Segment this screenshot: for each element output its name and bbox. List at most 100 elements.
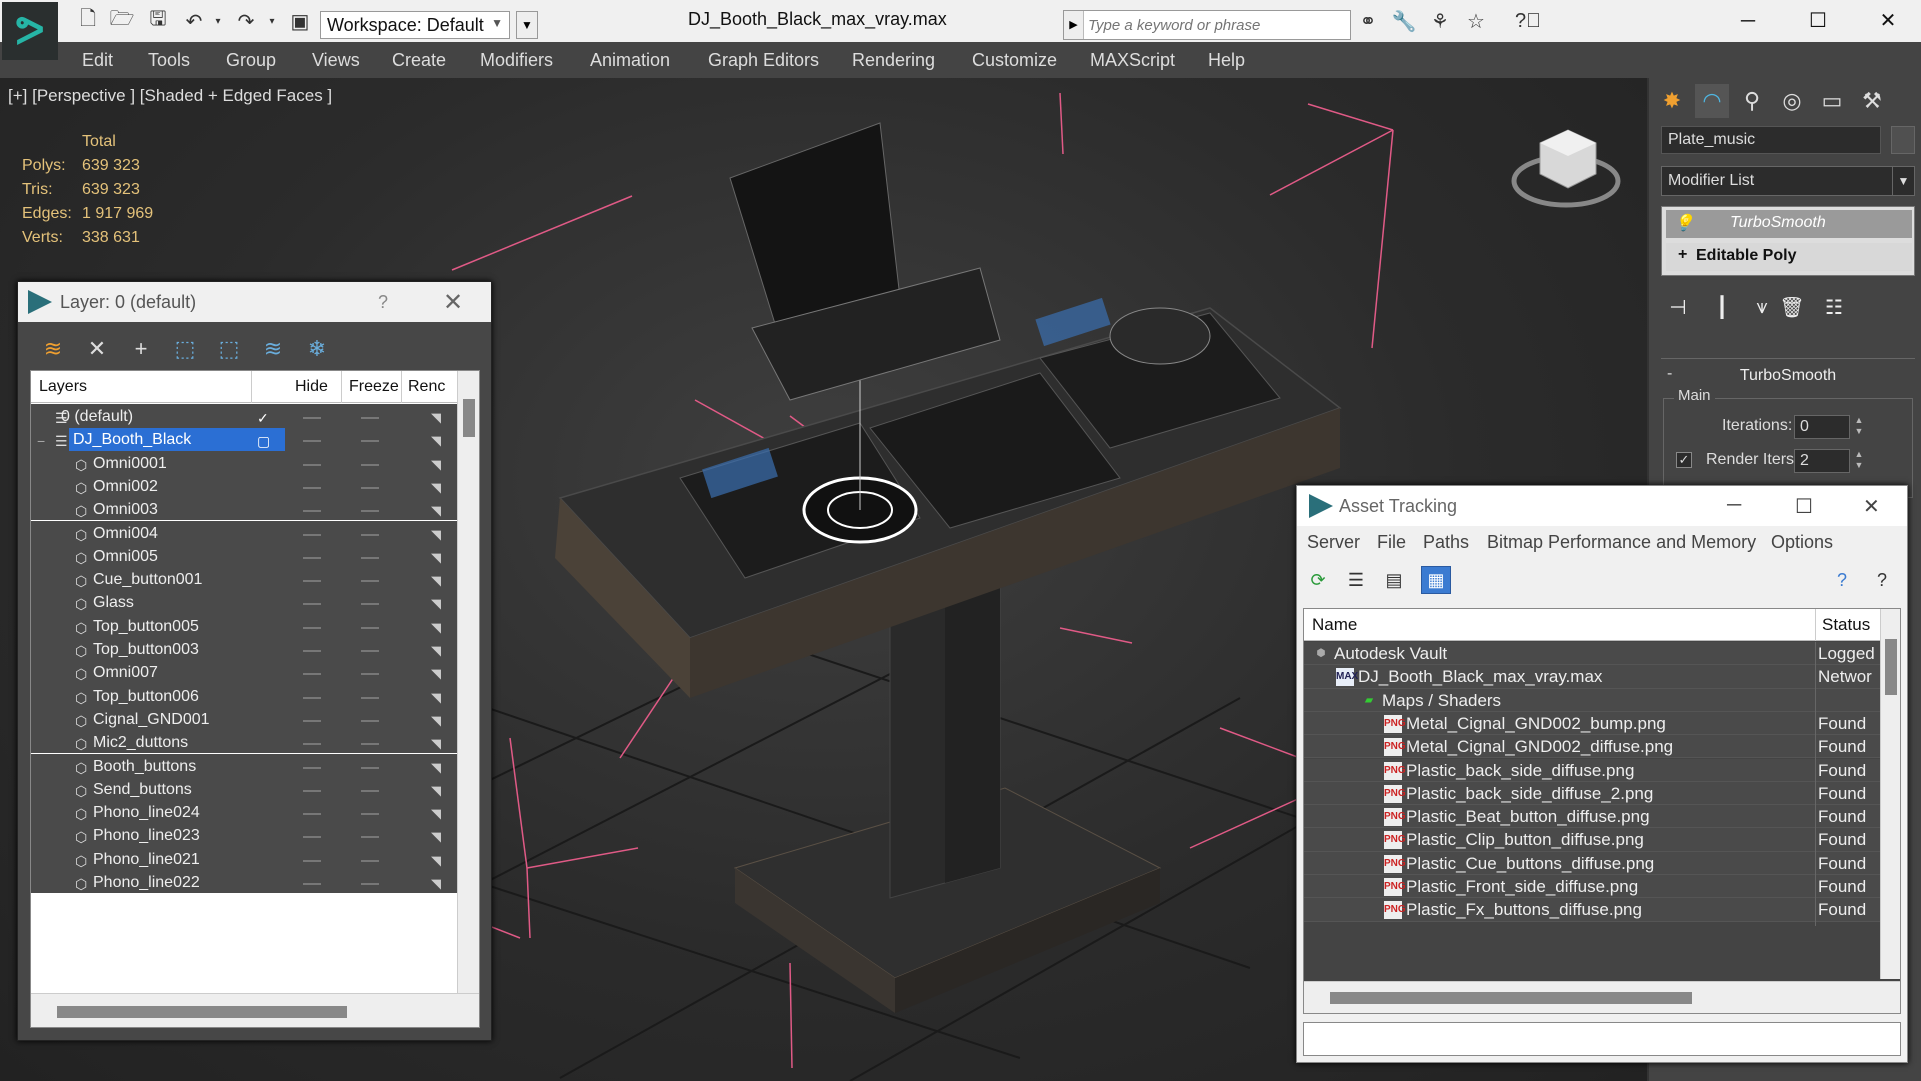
- asset-row[interactable]: PNG Metal_Cignal_GND002_bump.png Found: [1304, 711, 1880, 740]
- menu-views[interactable]: Views: [312, 50, 360, 71]
- freeze-toggle[interactable]: [361, 417, 379, 419]
- stack-item-editable-poly[interactable]: + Editable Poly: [1666, 243, 1912, 271]
- hierarchy-tab-icon[interactable]: ⚲: [1735, 84, 1769, 118]
- workspace-select[interactable]: Workspace: Default ▼: [320, 11, 510, 39]
- menu-modifiers[interactable]: Modifiers: [480, 50, 553, 71]
- freeze-toggle[interactable]: [361, 533, 379, 536]
- row-name[interactable]: 0 (default): [61, 408, 133, 426]
- asset-row[interactable]: PNG Plastic_Clip_button_diffuse.png Found: [1304, 828, 1880, 857]
- asset-name[interactable]: Plastic_back_side_diffuse.png: [1406, 761, 1634, 781]
- render-teapot-icon[interactable]: ◥: [431, 480, 441, 496]
- asset-row[interactable]: PNG Plastic_back_side_diffuse.png Found: [1304, 758, 1880, 787]
- collapse-icon[interactable]: −: [37, 433, 53, 449]
- menu-bitmap-performance[interactable]: Bitmap Performance and Memory: [1487, 532, 1756, 553]
- close-button[interactable]: ✕: [1864, 6, 1912, 36]
- freeze-toggle[interactable]: [361, 650, 379, 652]
- wrench-icon[interactable]: 🔧: [1392, 10, 1417, 33]
- render-teapot-icon[interactable]: ◥: [431, 806, 441, 822]
- menu-animation[interactable]: Animation: [590, 50, 670, 71]
- search-input[interactable]: [1088, 15, 1338, 35]
- thumbnail-view-icon[interactable]: ▤: [1379, 566, 1409, 594]
- hide-toggle[interactable]: [303, 556, 321, 559]
- asset-name[interactable]: Plastic_Cue_buttons_diffuse.png: [1406, 854, 1654, 874]
- hide-toggle[interactable]: [303, 719, 321, 722]
- object-row[interactable]: ⬡ Mic2_duttons ◥: [31, 730, 457, 754]
- render-teapot-icon[interactable]: ◥: [431, 783, 441, 799]
- save-icon[interactable]: 🖫: [146, 8, 170, 32]
- utilities-tab-icon[interactable]: ⚒: [1855, 84, 1889, 118]
- column-name[interactable]: Name: [1312, 615, 1357, 635]
- menu-create[interactable]: Create: [392, 50, 446, 71]
- new-layer-icon[interactable]: ≋: [38, 334, 68, 364]
- render-teapot-icon[interactable]: ◥: [431, 829, 441, 845]
- freeze-toggle[interactable]: [361, 463, 379, 466]
- column-hide[interactable]: Hide: [295, 378, 328, 396]
- workspace-menu-button[interactable]: ▼: [516, 11, 538, 39]
- freeze-toggle[interactable]: [361, 766, 379, 769]
- asset-row[interactable]: ▰ Maps / Shaders: [1304, 688, 1880, 717]
- menu-customize[interactable]: Customize: [972, 50, 1057, 71]
- object-row[interactable]: ⬡ Send_buttons ◥: [31, 776, 457, 801]
- hide-toggle[interactable]: [303, 650, 321, 652]
- layer-row[interactable]: − ☰ DJ_Booth_Black ▢ ◥: [31, 427, 457, 455]
- refresh-icon[interactable]: ⟳: [1303, 566, 1333, 594]
- maximize-button[interactable]: ☐: [1794, 6, 1842, 36]
- vertical-scrollbar[interactable]: [1880, 609, 1900, 979]
- create-tab-icon[interactable]: ✸: [1655, 84, 1689, 118]
- binoculars-icon[interactable]: ⚭: [1356, 10, 1380, 33]
- hide-toggle[interactable]: [303, 626, 321, 629]
- hide-toggle[interactable]: [303, 789, 321, 792]
- asset-row[interactable]: ⬢ Autodesk Vault Logged: [1304, 642, 1880, 670]
- hide-toggle[interactable]: [303, 743, 321, 746]
- row-name[interactable]: Phono_line021: [93, 851, 200, 869]
- make-unique-icon[interactable]: ⩛: [1747, 292, 1777, 322]
- active-layer-icon[interactable]: ✓: [257, 410, 273, 426]
- app-logo-icon[interactable]: ᕗ: [2, 2, 58, 60]
- render-teapot-icon[interactable]: ◥: [431, 853, 441, 869]
- row-name[interactable]: Omni005: [93, 548, 158, 566]
- object-name-field[interactable]: Plate_music: [1661, 126, 1881, 154]
- show-end-result-icon[interactable]: ┃: [1707, 292, 1737, 322]
- freeze-toggle[interactable]: [361, 486, 379, 489]
- highlight-selected-icon[interactable]: ⬚: [214, 334, 244, 364]
- search-box[interactable]: ▶: [1063, 10, 1351, 40]
- hide-toggle[interactable]: [303, 580, 321, 583]
- project-folder-icon[interactable]: ▣: [288, 10, 312, 33]
- redo-dropdown-icon[interactable]: ▾: [260, 10, 284, 32]
- hide-toggle[interactable]: [303, 813, 321, 816]
- row-name[interactable]: Omni0001: [93, 455, 167, 473]
- object-row[interactable]: ⬡ Omni005 ◥: [31, 543, 457, 568]
- asset-path-field[interactable]: [1303, 1022, 1901, 1056]
- row-name[interactable]: Phono_line023: [93, 827, 200, 845]
- render-iters-spinner-arrows[interactable]: ▲ ▼: [1852, 449, 1866, 473]
- vertical-scrollbar[interactable]: [457, 371, 479, 993]
- hide-toggle[interactable]: [303, 603, 321, 606]
- hide-toggle[interactable]: [303, 883, 321, 885]
- row-name[interactable]: Omni004: [93, 525, 158, 543]
- render-iters-checkbox[interactable]: ✓: [1676, 452, 1692, 468]
- layer-dialog-titlebar[interactable]: Layer: 0 (default) ? ✕: [18, 282, 491, 322]
- help-icon[interactable]: ?⃝: [1515, 10, 1541, 32]
- row-name[interactable]: Phono_line024: [93, 804, 200, 822]
- render-teapot-icon[interactable]: ◥: [431, 503, 441, 519]
- render-teapot-icon[interactable]: ◥: [431, 643, 441, 659]
- favorites-star-icon[interactable]: ☆: [1464, 10, 1488, 33]
- freeze-toggle[interactable]: [361, 580, 379, 583]
- row-name[interactable]: Omni002: [93, 478, 158, 496]
- motion-tab-icon[interactable]: ◎: [1775, 84, 1809, 118]
- remove-modifier-icon[interactable]: 🗑: [1777, 292, 1807, 322]
- object-row[interactable]: ⬡ Phono_line024 ◥: [31, 800, 457, 824]
- close-button[interactable]: ✕: [1863, 494, 1880, 519]
- freeze-toggle[interactable]: [361, 719, 379, 722]
- display-tab-icon[interactable]: ▭: [1815, 84, 1849, 118]
- column-render[interactable]: Renc: [408, 378, 445, 396]
- asset-name[interactable]: Plastic_Fx_buttons_diffuse.png: [1406, 900, 1642, 920]
- delete-layer-icon[interactable]: ✕: [82, 334, 112, 364]
- menu-tools[interactable]: Tools: [148, 50, 190, 71]
- row-name[interactable]: Booth_buttons: [93, 758, 196, 776]
- asset-name[interactable]: Plastic_Beat_button_diffuse.png: [1406, 807, 1650, 827]
- pin-stack-icon[interactable]: ⊣: [1663, 292, 1693, 322]
- iterations-spinner-arrows[interactable]: ▲ ▼: [1852, 415, 1866, 439]
- hide-toggle[interactable]: [303, 486, 321, 489]
- render-teapot-icon[interactable]: ◥: [431, 573, 441, 589]
